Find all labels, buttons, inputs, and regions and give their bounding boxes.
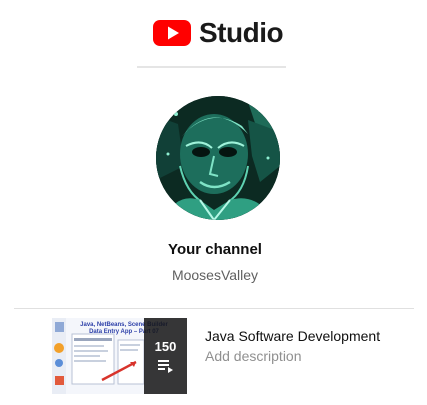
channel-handle: MoosesValley <box>171 267 259 283</box>
studio-logo[interactable]: Studio <box>153 16 284 50</box>
youtube-play-icon <box>153 20 191 46</box>
playlist-title[interactable]: Java Software Development <box>205 328 380 344</box>
playlist-count-overlay: 150 <box>144 318 187 394</box>
add-description-link[interactable]: Add description <box>205 348 302 364</box>
logo-divider <box>137 66 286 68</box>
playlist-thumbnail[interactable]: Java, NetBeans, Scene Builder Data Entry… <box>52 318 187 394</box>
playlist-item[interactable]: Java, NetBeans, Scene Builder Data Entry… <box>52 316 422 396</box>
playlist-icon <box>157 360 173 373</box>
channel-avatar[interactable] <box>156 96 280 220</box>
studio-logo-text: Studio <box>199 17 284 48</box>
section-divider <box>14 308 414 309</box>
video-count: 150 <box>154 339 177 354</box>
studio-channel-panel: Studio Your channel MoosesValley Java, N… <box>0 0 427 405</box>
your-channel-title[interactable]: Your channel <box>0 241 427 258</box>
